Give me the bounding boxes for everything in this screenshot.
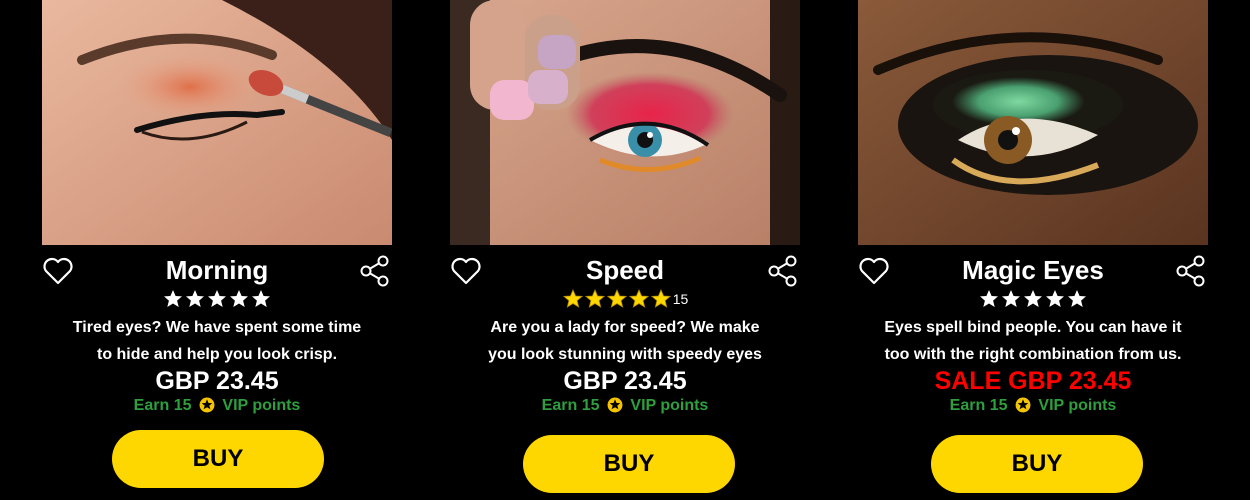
vip-earn-label: Earn 15 bbox=[949, 397, 1008, 414]
product-description: Tired eyes? We have spent some time to h… bbox=[42, 314, 392, 368]
vip-earn-label: Earn 15 bbox=[541, 397, 600, 414]
product-description: Eyes spell bind people. You can have it … bbox=[858, 314, 1208, 368]
star-icon bbox=[1046, 290, 1064, 307]
heart-outline-icon[interactable] bbox=[42, 256, 74, 286]
description-line: too with the right combination from us. bbox=[884, 346, 1182, 363]
description-line: Eyes spell bind people. You can have it bbox=[884, 319, 1182, 336]
buy-button[interactable]: BUY bbox=[931, 435, 1143, 493]
vip-points: Earn 15 VIP points bbox=[42, 396, 392, 416]
product-title: Morning bbox=[165, 255, 269, 285]
product-description: Are you a lady for speed? We make you lo… bbox=[450, 314, 800, 368]
share-icon[interactable] bbox=[358, 254, 392, 288]
heart-outline-icon[interactable] bbox=[450, 256, 482, 286]
product-price: GBP 23.45 bbox=[563, 367, 687, 395]
review-count: 15 bbox=[672, 291, 689, 307]
star-icon bbox=[164, 290, 182, 307]
vip-points-label: VIP points bbox=[630, 397, 709, 414]
star-icon bbox=[186, 290, 204, 307]
star-icon bbox=[650, 289, 671, 308]
buy-button[interactable]: BUY bbox=[112, 430, 324, 488]
vip-star-coin-icon bbox=[605, 396, 624, 414]
star-icon bbox=[606, 289, 627, 308]
share-icon[interactable] bbox=[766, 254, 800, 288]
product-price: GBP 23.45 bbox=[155, 367, 279, 395]
star-icon bbox=[562, 289, 583, 308]
product-image[interactable] bbox=[858, 0, 1208, 245]
star-icon bbox=[584, 289, 605, 308]
vip-earn-label: Earn 15 bbox=[133, 397, 192, 414]
vip-points-label: VIP points bbox=[222, 397, 301, 414]
buy-button[interactable]: BUY bbox=[523, 435, 735, 493]
star-icon bbox=[208, 290, 226, 307]
product-title: Speed bbox=[585, 255, 665, 285]
star-icon bbox=[1068, 290, 1086, 307]
description-line: Tired eyes? We have spent some time bbox=[72, 319, 362, 336]
product-card-morning: Morning Tired eyes? We have spent some t… bbox=[42, 0, 392, 500]
rating-stars bbox=[42, 289, 392, 311]
description-line: to hide and help you look crisp. bbox=[96, 346, 338, 363]
star-icon bbox=[252, 290, 270, 307]
description-line: you look stunning with speedy eyes bbox=[488, 346, 762, 363]
rating-stars: 15 bbox=[450, 289, 800, 311]
star-icon bbox=[628, 289, 649, 308]
vip-points: Earn 15 VIP points bbox=[858, 396, 1208, 416]
star-icon bbox=[980, 290, 998, 307]
star-icon bbox=[1002, 290, 1020, 307]
star-icon bbox=[230, 290, 248, 307]
product-card-speed: Speed 15 Are you a lady for speed? We ma… bbox=[450, 0, 800, 500]
product-image[interactable] bbox=[42, 0, 392, 245]
vip-star-coin-icon bbox=[1013, 396, 1032, 414]
rating-stars bbox=[858, 289, 1208, 311]
product-card-magic-eyes: Magic Eyes Eyes spell bind people. You c… bbox=[858, 0, 1208, 500]
vip-points-label: VIP points bbox=[1038, 397, 1117, 414]
product-title: Magic Eyes bbox=[962, 255, 1104, 285]
share-icon[interactable] bbox=[1174, 254, 1208, 288]
product-price: SALE GBP 23.45 bbox=[934, 367, 1132, 395]
vip-star-coin-icon bbox=[197, 396, 216, 414]
heart-outline-icon[interactable] bbox=[858, 256, 890, 286]
description-line: Are you a lady for speed? We make bbox=[490, 319, 760, 336]
star-icon bbox=[1024, 290, 1042, 307]
vip-points: Earn 15 VIP points bbox=[450, 396, 800, 416]
product-image[interactable] bbox=[450, 0, 800, 245]
